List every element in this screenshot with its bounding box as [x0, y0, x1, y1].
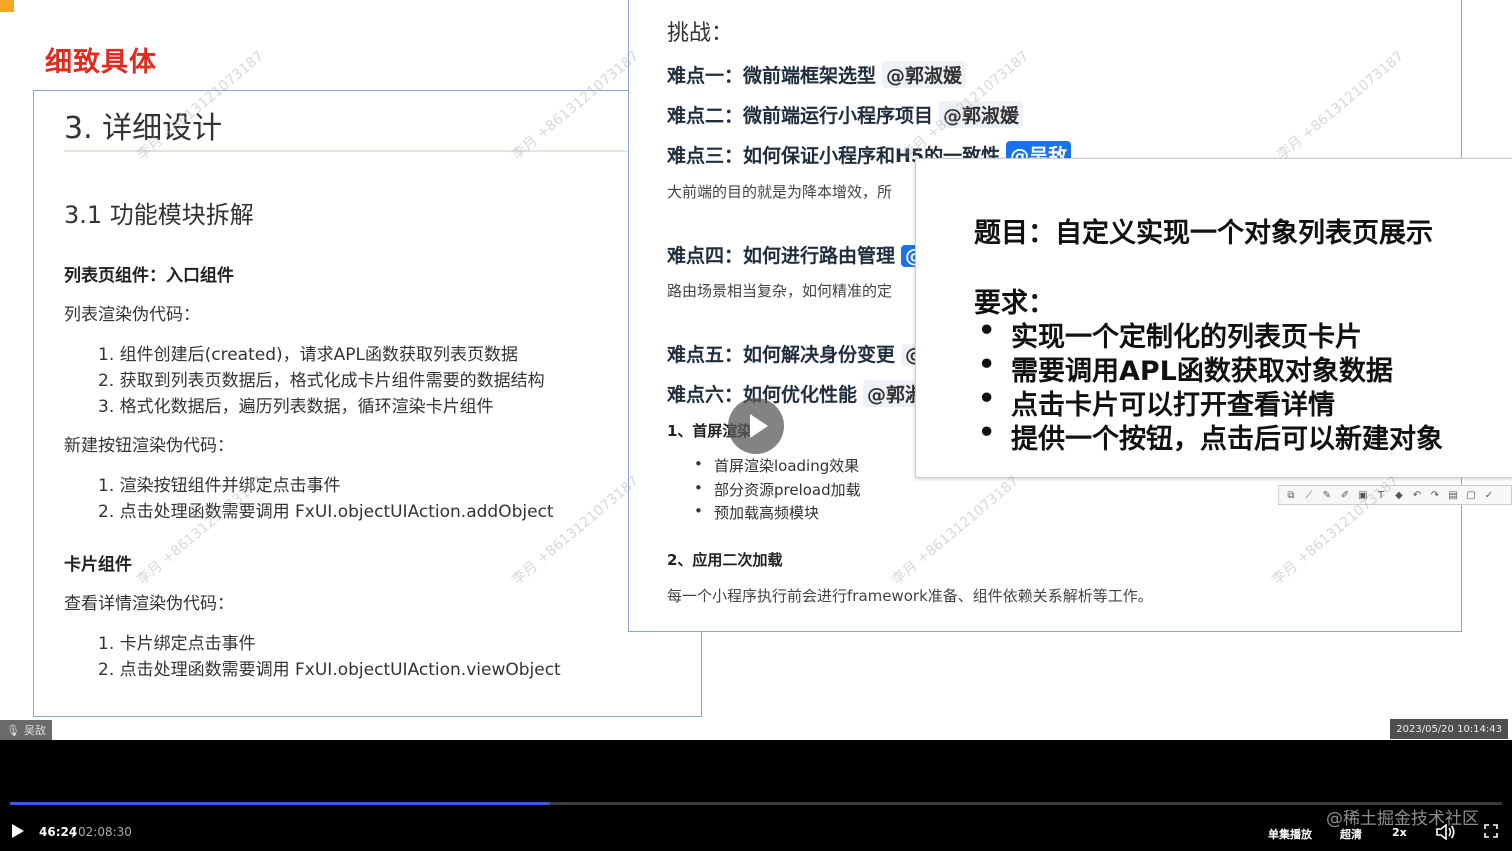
difficulty-4-desc: 路由场景相当复杂，如何精准的定: [667, 282, 893, 300]
speaker-name: 吴敌: [23, 724, 46, 737]
check-icon[interactable]: ✓: [1482, 490, 1496, 501]
list-page-heading: 列表页组件：入口组件: [64, 266, 234, 286]
fullscreen-icon[interactable]: [1484, 824, 1498, 838]
play-icon[interactable]: [12, 824, 24, 838]
corner-marker: [0, 0, 14, 12]
task-title: 题目：自定义实现一个对象列表页展示: [974, 218, 1433, 249]
list-item: 预加载高频模块: [694, 502, 819, 523]
task-card: 题目：自定义实现一个对象列表页展示 要求： 实现一个定制化的列表页卡片 需要调用…: [915, 158, 1512, 478]
speed-button[interactable]: 2x: [1392, 826, 1407, 839]
requirement-item: 提供一个按钮，点击后可以新建对象: [978, 417, 1443, 456]
time-separator: /: [72, 825, 77, 839]
subsection-title: 3.1 功能模块拆解: [64, 201, 254, 229]
annotation-toolbar: ⧉ ⟋ ✎ ✐ ▣ T ◆ ↶ ↷ ▤ ▢ ✓: [1278, 485, 1512, 505]
slide-headline: 细致具体: [45, 47, 157, 78]
design-doc-panel: 3. 详细设计 3.1 功能模块拆解 列表页组件：入口组件 列表渲染伪代码： 1…: [33, 90, 702, 717]
select-icon[interactable]: ⧉: [1284, 490, 1298, 501]
recording-timestamp: 2023/05/20 10:14:43: [1390, 719, 1508, 739]
progress-bar[interactable]: [10, 802, 1502, 805]
undo-icon[interactable]: ↶: [1410, 490, 1424, 501]
view-detail-label: 查看详情渲染伪代码：: [64, 594, 234, 614]
difficulty-3-desc: 大前端的目的就是为降本增效，所: [667, 183, 893, 201]
mention-tag[interactable]: @郭淑媛: [939, 101, 1024, 128]
section-title: 3. 详细设计: [64, 111, 223, 146]
list-render-label: 列表渲染伪代码：: [64, 305, 200, 325]
list-item: 2. 点击处理函数需要调用 FxUI.objectUIAction.addObj…: [98, 502, 554, 522]
center-play-button[interactable]: [728, 398, 784, 454]
perf-section-2: 2、应用二次加载: [667, 551, 783, 569]
eraser-icon[interactable]: ◆: [1392, 490, 1406, 501]
highlighter-icon[interactable]: ✐: [1338, 490, 1352, 501]
list-item: 1. 组件创建后(created)，请求APL函数获取列表页数据: [98, 345, 518, 365]
mention-tag[interactable]: @郭淑媛: [882, 61, 967, 88]
list-item: 2. 获取到列表页数据后，格式化成卡片组件需要的数据结构: [98, 371, 545, 391]
list-item: 部分资源preload加载: [694, 479, 861, 500]
progress-fill: [10, 802, 551, 805]
redo-icon[interactable]: ↷: [1428, 490, 1442, 501]
difficulty-1: 难点一：微前端框架选型 @郭淑媛: [667, 61, 967, 88]
perf-section-2-desc: 每一个小程序执行前会进行framework准备、组件依赖关系解析等工作。: [667, 587, 1153, 605]
single-loop-button[interactable]: 单集播放: [1268, 826, 1312, 842]
challenges-label: 挑战：: [667, 21, 734, 46]
total-time: 02:08:30: [78, 825, 132, 839]
line-icon[interactable]: ⟋: [1302, 490, 1316, 501]
quality-button[interactable]: 超清: [1340, 826, 1362, 842]
copy-icon[interactable]: ▢: [1464, 490, 1478, 501]
card-heading: 卡片组件: [64, 555, 132, 575]
difficulty-2: 难点二：微前端运行小程序项目 @郭淑媛: [667, 101, 1024, 128]
difficulty-label: 难点四：如何进行路由管理: [667, 245, 896, 267]
difficulty-label: 难点一：微前端框架选型: [667, 65, 877, 87]
difficulty-6: 难点六：如何优化性能 @郭淑: [667, 380, 929, 407]
list-item: 首屏渲染loading效果: [694, 455, 859, 476]
list-item: 1. 卡片绑定点击事件: [98, 634, 256, 654]
difficulty-label: 难点五：如何解决身份变更: [667, 344, 896, 366]
list-item: 3. 格式化数据后，遍历列表数据，循环渲染卡片组件: [98, 397, 494, 417]
list-item: 2. 点击处理函数需要调用 FxUI.objectUIAction.viewOb…: [98, 660, 561, 680]
difficulty-5: 难点五：如何解决身份变更@: [667, 340, 929, 367]
title-divider: [64, 150, 664, 152]
save-icon[interactable]: ▤: [1446, 490, 1460, 501]
pen-icon[interactable]: ✎: [1320, 490, 1334, 501]
microphone-icon: 🎙: [6, 723, 20, 737]
list-item: 1. 渲染按钮组件并绑定点击事件: [98, 476, 341, 496]
video-frame[interactable]: 细致具体 3. 详细设计 3.1 功能模块拆解 列表页组件：入口组件 列表渲染伪…: [0, 0, 1512, 740]
difficulty-label: 难点二：微前端运行小程序项目: [667, 105, 934, 127]
shape-icon[interactable]: ▣: [1356, 490, 1370, 501]
new-button-label: 新建按钮渲染伪代码：: [64, 436, 234, 456]
speaker-indicator: 🎙 吴敌: [0, 720, 52, 740]
player-controls: 46:24 / 02:08:30 @稀土掘金技术社区 单集播放 超清 2x: [0, 740, 1512, 851]
volume-icon[interactable]: [1436, 824, 1456, 840]
difficulty-4: 难点四：如何进行路由管理@: [667, 241, 929, 268]
text-icon[interactable]: T: [1374, 490, 1388, 501]
